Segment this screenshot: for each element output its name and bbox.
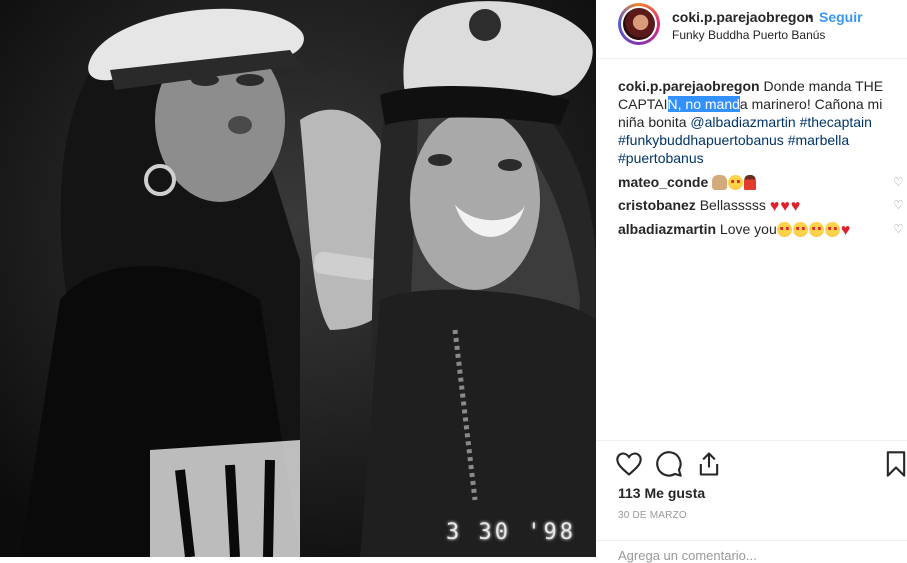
comment-item: mateo_conde xyxy=(618,173,886,191)
header-separator: • xyxy=(808,8,813,24)
comment-item: albadiazmartin Love you ♥ xyxy=(618,220,886,240)
comment-text: Love you xyxy=(719,221,777,237)
bookmark-icon[interactable] xyxy=(882,450,907,478)
star-struck-emoji-icon xyxy=(824,222,840,237)
photo-illustration xyxy=(0,0,596,557)
caption-selection: N, no mand xyxy=(667,96,740,112)
star-struck-emoji-icon xyxy=(792,222,808,237)
raised-hands-emoji-icon xyxy=(712,175,728,190)
post-photo[interactable]: 3 30 '98 xyxy=(0,0,596,557)
caption-username[interactable]: coki.p.parejaobregon xyxy=(618,78,760,94)
comment-text: Bellasssss xyxy=(699,197,766,213)
post-caption: coki.p.parejaobregon Donde manda THE CAP… xyxy=(618,77,890,167)
comment-like-heart-icon[interactable]: ♡ xyxy=(893,176,905,188)
comment-item: cristobanez Bellasssss ♥♥♥ xyxy=(618,196,886,216)
star-struck-emoji-icon xyxy=(728,175,744,190)
red-heart-emoji-icon: ♥ xyxy=(780,198,790,215)
photo-datestamp: 3 30 '98 xyxy=(446,520,576,545)
comment-username[interactable]: mateo_conde xyxy=(618,174,708,190)
comment-icon[interactable] xyxy=(655,450,683,478)
avatar[interactable] xyxy=(618,3,660,45)
red-heart-emoji-icon: ♥ xyxy=(790,198,801,215)
star-struck-emoji-icon xyxy=(808,222,824,237)
caption-mention[interactable]: @albadiazmartin xyxy=(690,114,795,130)
red-heart-emoji-icon: ♥ xyxy=(769,198,780,215)
star-struck-emoji-icon xyxy=(776,222,792,237)
location-link[interactable]: Funky Buddha Puerto Banús xyxy=(672,28,825,42)
post-sidebar: coki.p.parejaobregon • Seguir Funky Budd… xyxy=(596,0,907,563)
header-username[interactable]: coki.p.parejaobregon xyxy=(672,9,814,25)
comment-box: Agrega un comentario... xyxy=(596,540,907,563)
follow-button[interactable]: Seguir xyxy=(819,9,863,25)
comment-like-heart-icon[interactable]: ♡ xyxy=(893,199,905,211)
comment-input[interactable]: Agrega un comentario... xyxy=(618,548,757,563)
divider xyxy=(596,440,907,441)
comment-username[interactable]: cristobanez xyxy=(618,197,696,213)
red-heart-emoji-icon: ♥ xyxy=(840,222,851,239)
comment-like-heart-icon[interactable]: ♡ xyxy=(893,223,905,235)
like-heart-icon[interactable] xyxy=(615,450,643,478)
post-actions xyxy=(596,446,907,482)
dancer-emoji-icon xyxy=(744,175,757,190)
comment-username[interactable]: albadiazmartin xyxy=(618,221,716,237)
share-icon[interactable] xyxy=(695,450,723,478)
likes-count[interactable]: 113 Me gusta xyxy=(618,485,705,501)
post-date: 30 DE MARZO xyxy=(618,510,687,521)
post-header: coki.p.parejaobregon • Seguir Funky Budd… xyxy=(596,0,907,59)
